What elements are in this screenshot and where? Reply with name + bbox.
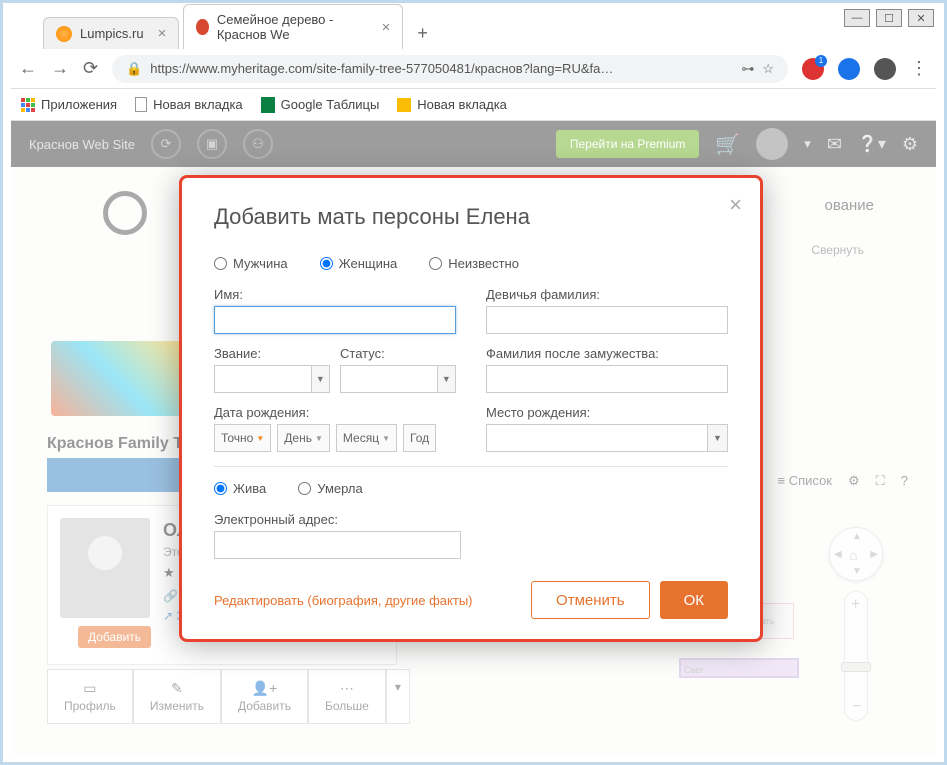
browser-window: — ☐ ✕ Lumpics.ru × Семейное дерево - Кра…	[0, 0, 947, 765]
url-text: https://www.myheritage.com/site-family-t…	[150, 61, 733, 76]
bookmark-label: Новая вкладка	[153, 97, 243, 112]
favicon-icon	[56, 26, 72, 42]
forward-button[interactable]: →	[51, 58, 69, 79]
sheets-icon	[261, 97, 275, 113]
edit-biography-link[interactable]: Редактировать (биография, другие факты)	[214, 593, 473, 608]
dialog-footer: Редактировать (биография, другие факты) …	[214, 581, 728, 619]
apps-button[interactable]: Приложения	[21, 97, 117, 112]
bookmark-item[interactable]: Новая вкладка	[135, 97, 243, 112]
chevron-down-icon[interactable]: ▼	[438, 365, 456, 393]
close-icon[interactable]: ×	[382, 19, 391, 36]
living-radio[interactable]: Жива	[214, 481, 266, 496]
name-label: Имя:	[214, 287, 456, 302]
close-icon[interactable]: ×	[158, 25, 167, 42]
gender-radio-group: Мужчина Женщина Неизвестно	[214, 256, 728, 271]
email-input[interactable]	[214, 531, 461, 559]
gender-unknown-radio[interactable]: Неизвестно	[429, 256, 519, 271]
browser-tab[interactable]: Lumpics.ru ×	[43, 17, 179, 49]
apps-icon	[21, 98, 35, 112]
married-surname-input[interactable]	[486, 365, 728, 393]
tab-title: Lumpics.ru	[80, 26, 144, 41]
profile-avatar-icon[interactable]	[874, 58, 896, 80]
tabs-bar: Lumpics.ru × Семейное дерево - Краснов W…	[43, 15, 824, 49]
birth-place-input[interactable]	[486, 424, 708, 452]
bookmark-item[interactable]: Новая вкладка	[397, 97, 507, 112]
ok-button[interactable]: ОК	[660, 581, 728, 619]
reload-button[interactable]: ⟳	[83, 58, 98, 79]
menu-icon[interactable]: ⋮	[910, 58, 928, 79]
maximize-button[interactable]: ☐	[876, 9, 902, 27]
title-label: Звание:	[214, 346, 330, 361]
month-select[interactable]: Месяц ▼	[336, 424, 397, 452]
add-mother-dialog: × Добавить мать персоны Елена Мужчина Же…	[179, 175, 763, 642]
window-controls: — ☐ ✕	[844, 9, 934, 27]
gender-male-radio[interactable]: Мужчина	[214, 256, 288, 271]
key-icon[interactable]: ⊶	[741, 61, 754, 77]
name-input[interactable]	[214, 306, 456, 334]
minimize-button[interactable]: —	[844, 9, 870, 27]
new-tab-button[interactable]: +	[407, 18, 438, 49]
bookmarks-bar: Приложения Новая вкладка Google Таблицы …	[11, 89, 936, 121]
date-accuracy-select[interactable]: Точно ▼	[214, 424, 271, 452]
back-button[interactable]: ←	[19, 58, 37, 79]
chevron-down-icon[interactable]: ▼	[312, 365, 330, 393]
lock-icon: 🔒	[126, 61, 142, 77]
day-select[interactable]: День ▼	[277, 424, 330, 452]
globe-icon[interactable]	[838, 58, 860, 80]
bookmark-label: Новая вкладка	[417, 97, 507, 112]
email-label: Электронный адрес:	[214, 512, 461, 527]
status-input[interactable]	[340, 365, 438, 393]
tab-title: Семейное дерево - Краснов We	[217, 12, 368, 42]
title-input[interactable]	[214, 365, 312, 393]
favicon-icon	[196, 19, 209, 35]
chevron-down-icon[interactable]: ▼	[708, 424, 728, 452]
deceased-radio[interactable]: Умерла	[298, 481, 362, 496]
browser-tab-active[interactable]: Семейное дерево - Краснов We ×	[183, 4, 403, 49]
divider	[214, 466, 728, 467]
close-window-button[interactable]: ✕	[908, 9, 934, 27]
address-bar: ← → ⟳ 🔒 https://www.myheritage.com/site-…	[11, 49, 936, 89]
file-icon	[135, 97, 147, 112]
maiden-name-input[interactable]	[486, 306, 728, 334]
url-field[interactable]: 🔒 https://www.myheritage.com/site-family…	[112, 55, 788, 83]
birth-place-label: Место рождения:	[486, 405, 728, 420]
birth-date-label: Дата рождения:	[214, 405, 456, 420]
life-status-radio-group: Жива Умерла	[214, 481, 728, 496]
apps-label: Приложения	[41, 97, 117, 112]
year-input[interactable]: Год	[403, 424, 436, 452]
cancel-button[interactable]: Отменить	[531, 581, 650, 619]
status-label: Статус:	[340, 346, 456, 361]
married-surname-label: Фамилия после замужества:	[486, 346, 728, 361]
bookmark-label: Google Таблицы	[281, 97, 380, 112]
maiden-label: Девичья фамилия:	[486, 287, 728, 302]
extension-icon[interactable]: 1	[802, 58, 824, 80]
bookmark-item[interactable]: Google Таблицы	[261, 97, 380, 113]
dialog-title: Добавить мать персоны Елена	[214, 204, 728, 230]
bookmark-icon	[397, 98, 411, 112]
close-icon[interactable]: ×	[729, 192, 742, 218]
gender-female-radio[interactable]: Женщина	[320, 256, 398, 271]
bookmark-star-icon[interactable]: ☆	[762, 61, 774, 77]
